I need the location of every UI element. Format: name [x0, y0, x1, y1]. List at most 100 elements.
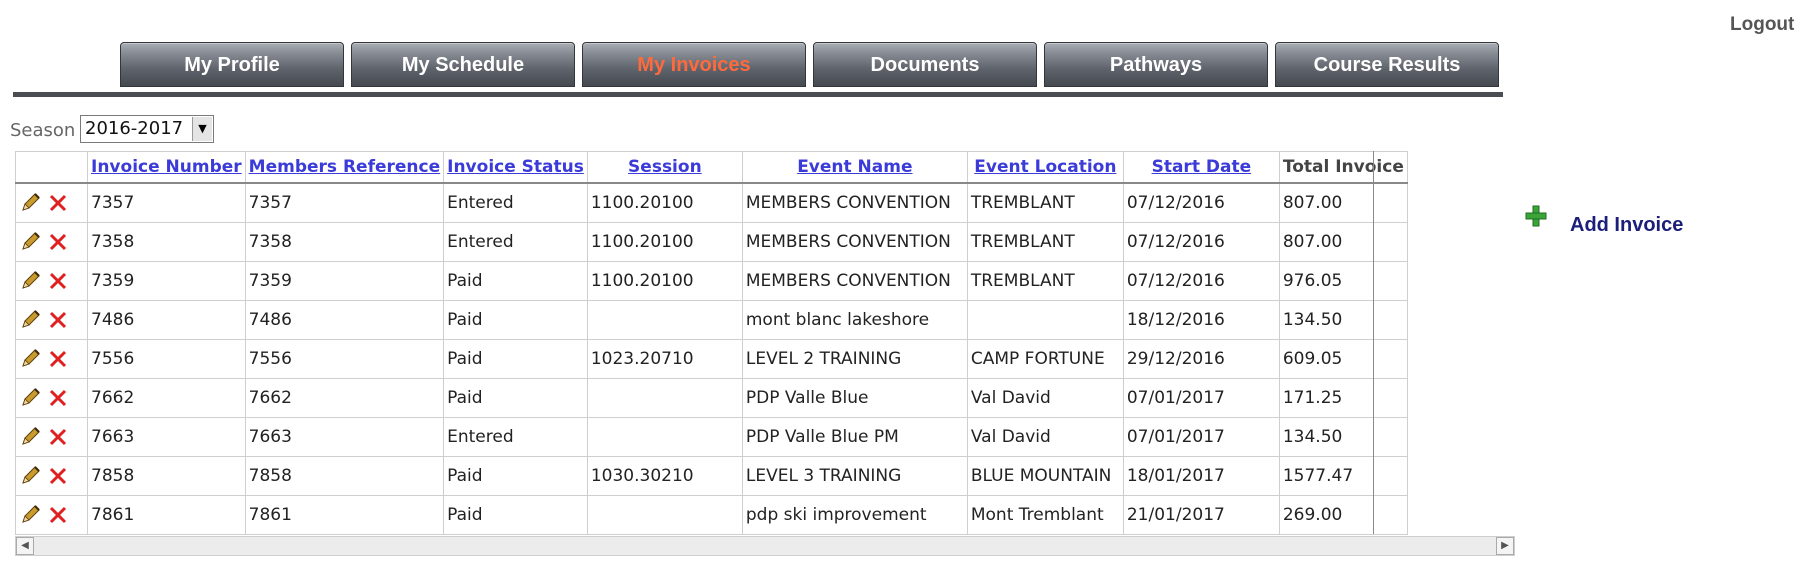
event-location-cell: Val David	[966, 417, 1124, 457]
event-name-cell: LEVEL 2 TRAINING	[741, 339, 968, 379]
scroll-left-icon[interactable]: ◀	[16, 537, 34, 555]
season-label: Season	[10, 120, 76, 141]
season-selected-value: 2016-2017	[85, 118, 184, 139]
tab-my-invoices[interactable]: My Invoices	[582, 42, 806, 87]
invoice-status-cell: Paid	[443, 456, 588, 496]
tab-my-profile[interactable]: My Profile	[120, 42, 344, 87]
invoice-table: Invoice Number Members Reference Invoice…	[15, 151, 1408, 535]
start-date-cell: 18/12/2016	[1122, 300, 1280, 340]
delete-x-icon[interactable]	[47, 309, 69, 331]
delete-x-icon[interactable]	[47, 270, 69, 292]
pencil-icon[interactable]	[19, 192, 41, 214]
season-select[interactable]: 2016-2017 ▼	[80, 115, 214, 143]
start-date-cell: 29/12/2016	[1122, 339, 1280, 379]
sort-event-name-link[interactable]: Event Name	[797, 157, 912, 177]
sort-members-reference-link[interactable]: Members Reference	[249, 157, 440, 177]
table-row: 7663 7663 Entered PDP Valle Blue PM Val Davi…	[15, 417, 1408, 457]
col-invoice-status[interactable]: Invoice Status	[443, 151, 588, 184]
delete-x-icon[interactable]	[47, 504, 69, 526]
invoice-number-cell: 7359	[87, 261, 246, 301]
start-date-cell: 07/12/2016	[1122, 182, 1280, 223]
delete-x-icon[interactable]	[47, 231, 69, 253]
col-event-name[interactable]: Event Name	[741, 151, 968, 184]
pencil-icon[interactable]	[19, 504, 41, 526]
invoice-status-cell: Entered	[443, 222, 588, 262]
pencil-icon[interactable]	[19, 387, 41, 409]
pencil-icon[interactable]	[19, 231, 41, 253]
invoice-status-cell: Paid	[443, 378, 588, 418]
session-cell	[586, 300, 743, 340]
pencil-icon[interactable]	[19, 465, 41, 487]
col-event-location[interactable]: Event Location	[966, 151, 1124, 184]
col-members-reference[interactable]: Members Reference	[244, 151, 445, 184]
table-row: 7861 7861 Paid pdp ski improvement Mont Trem…	[15, 495, 1408, 535]
invoice-number-cell: 7556	[87, 339, 246, 379]
sort-invoice-status-link[interactable]: Invoice Status	[447, 157, 584, 177]
tab-pathways[interactable]: Pathways	[1044, 42, 1268, 87]
delete-x-icon[interactable]	[47, 348, 69, 370]
session-cell: 1023.20710	[586, 339, 743, 379]
total-invoice-cell: 807.00	[1278, 222, 1408, 262]
event-name-cell: MEMBERS CONVENTION	[741, 222, 968, 262]
row-actions	[15, 300, 88, 340]
event-name-cell: MEMBERS CONVENTION	[741, 182, 968, 223]
event-location-cell: Val David	[966, 378, 1124, 418]
col-start-date[interactable]: Start Date	[1122, 151, 1280, 184]
members-reference-cell: 7556	[244, 339, 445, 379]
dropdown-arrow-icon[interactable]: ▼	[192, 117, 212, 141]
table-right-border	[1373, 151, 1374, 534]
col-session[interactable]: Session	[586, 151, 743, 184]
sort-event-location-link[interactable]: Event Location	[974, 157, 1116, 177]
table-row: 7858 7858 Paid 1030.30210 LEVEL 3 TRAINING BL…	[15, 456, 1408, 496]
plus-icon[interactable]	[1525, 205, 1547, 227]
members-reference-cell: 7861	[244, 495, 445, 535]
delete-x-icon[interactable]	[47, 426, 69, 448]
col-invoice-number[interactable]: Invoice Number	[87, 151, 246, 184]
event-location-cell: Mont Tremblant	[966, 495, 1124, 535]
delete-x-icon[interactable]	[47, 465, 69, 487]
row-actions	[15, 417, 88, 457]
invoice-status-cell: Paid	[443, 300, 588, 340]
delete-x-icon[interactable]	[47, 387, 69, 409]
pencil-icon[interactable]	[19, 426, 41, 448]
session-cell: 1100.20100	[586, 182, 743, 223]
sort-invoice-number-link[interactable]: Invoice Number	[91, 157, 242, 177]
total-invoice-cell: 807.00	[1278, 182, 1408, 223]
horizontal-scrollbar[interactable]: ◀ ▶	[15, 536, 1515, 556]
start-date-cell: 07/01/2017	[1122, 378, 1280, 418]
event-name-cell: PDP Valle Blue PM	[741, 417, 968, 457]
event-location-cell: TREMBLANT	[966, 261, 1124, 301]
tab-course-results[interactable]: Course Results	[1275, 42, 1499, 87]
table-row: 7556 7556 Paid 1023.20710 LEVEL 2 TRAINING CA…	[15, 339, 1408, 379]
event-location-cell	[966, 300, 1124, 340]
sort-session-link[interactable]: Session	[628, 157, 702, 177]
add-invoice-label[interactable]: Add Invoice	[1570, 214, 1683, 237]
sort-start-date-link[interactable]: Start Date	[1152, 157, 1252, 177]
invoice-status-cell: Entered	[443, 417, 588, 457]
event-name-cell: pdp ski improvement	[741, 495, 968, 535]
pencil-icon[interactable]	[19, 348, 41, 370]
table-row: 7359 7359 Paid 1100.20100 MEMBERS CONVENTION…	[15, 261, 1408, 301]
invoice-number-cell: 7858	[87, 456, 246, 496]
row-actions	[15, 339, 88, 379]
row-actions	[15, 182, 88, 223]
col-total-invoice: Total Invoice	[1278, 151, 1408, 184]
row-actions	[15, 222, 88, 262]
scroll-right-icon[interactable]: ▶	[1496, 537, 1514, 555]
tab-documents[interactable]: Documents	[813, 42, 1037, 87]
start-date-cell: 21/01/2017	[1122, 495, 1280, 535]
pencil-icon[interactable]	[19, 309, 41, 331]
invoice-status-cell: Paid	[443, 261, 588, 301]
members-reference-cell: 7858	[244, 456, 445, 496]
event-location-cell: TREMBLANT	[966, 222, 1124, 262]
members-reference-cell: 7663	[244, 417, 445, 457]
start-date-cell: 07/12/2016	[1122, 261, 1280, 301]
members-reference-cell: 7662	[244, 378, 445, 418]
delete-x-icon[interactable]	[47, 192, 69, 214]
tab-my-schedule[interactable]: My Schedule	[351, 42, 575, 87]
pencil-icon[interactable]	[19, 270, 41, 292]
actions-header	[15, 151, 88, 184]
invoice-number-cell: 7663	[87, 417, 246, 457]
members-reference-cell: 7486	[244, 300, 445, 340]
logout-link[interactable]: Logout	[1730, 14, 1794, 36]
